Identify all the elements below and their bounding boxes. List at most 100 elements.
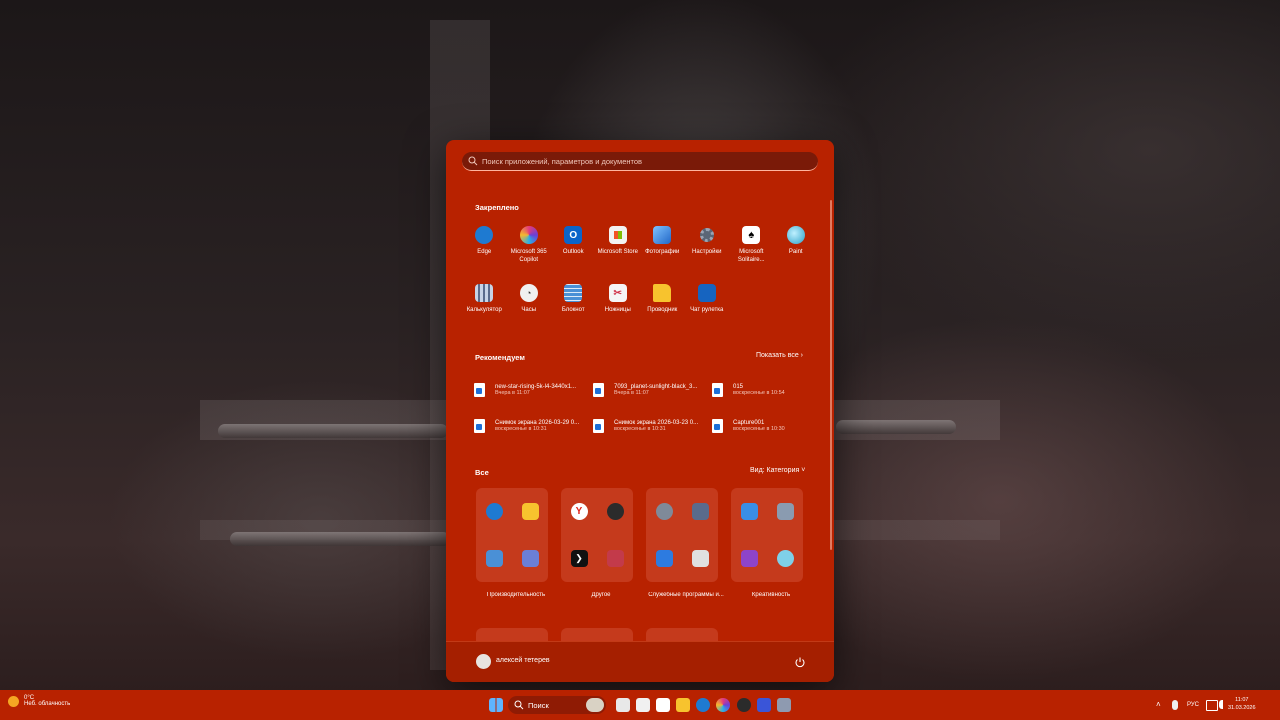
recommended-title: Рекомендуем: [475, 353, 525, 362]
outlook-icon: O: [564, 226, 583, 244]
category-productivity[interactable]: Производительность: [476, 488, 561, 598]
folder-icon[interactable]: [676, 698, 690, 712]
taskbar: 0°C Неб. облачность Поиск ˄ РУС 11:07 31…: [0, 690, 1280, 720]
recommended-item[interactable]: new-star-rising-5k-l4-3440x1... Вчера в 1…: [474, 378, 593, 402]
network-icon[interactable]: [1206, 700, 1218, 711]
clock-icon: ◔: [519, 284, 538, 302]
widgets-icon[interactable]: [636, 698, 650, 712]
photos-icon: [740, 503, 758, 520]
paint-icon: [786, 226, 805, 244]
wallpaper-gun-barrel: [836, 420, 956, 434]
clock-icon: [606, 503, 624, 520]
folder-icon: [521, 503, 539, 520]
recommended-item[interactable]: 7093_planet-sunlight-black_3... Вчера в 1…: [593, 378, 712, 402]
wallpaper-gun-barrel: [218, 424, 448, 438]
start-search-box[interactable]: [462, 152, 818, 171]
image-file-icon: [474, 419, 485, 433]
calculator-icon: [475, 284, 494, 302]
pinned-app-clock[interactable]: ◔ Часы: [507, 284, 552, 330]
snipping-icon: ✂: [608, 284, 627, 302]
pinned-app-outlook[interactable]: O Outlook: [551, 226, 596, 272]
pinned-app-solitaire[interactable]: ♠ Microsoft Solitaire...: [729, 226, 774, 272]
pinned-app-paint[interactable]: Paint: [774, 226, 819, 272]
user-name[interactable]: алексей тетерев: [496, 657, 550, 664]
pinned-app-settings[interactable]: Настройки: [685, 226, 730, 272]
photos-icon: [653, 226, 672, 244]
taskbar-search[interactable]: Поиск: [508, 696, 606, 714]
view-category-button[interactable]: Вид: Категория ˅: [750, 467, 805, 474]
category-folder[interactable]: Y ❯: [561, 488, 633, 582]
taskbar-clock[interactable]: 11:07 31.03.2026: [1228, 696, 1256, 712]
weather-sun-icon: [8, 695, 19, 707]
search-highlight-icon: [586, 698, 604, 712]
pinned-app-chat-roulette[interactable]: Чат рулетка: [685, 284, 730, 330]
category-utilities[interactable]: Служебные программы и...: [646, 488, 731, 598]
category-folder[interactable]: [731, 488, 803, 582]
camera-icon: [776, 503, 794, 520]
start-menu: Закреплено Edge Microsoft 365 Copilot OO…: [446, 140, 834, 682]
category-other[interactable]: Y ❯ Другое: [561, 488, 646, 598]
recommended-item[interactable]: Снимок экрана 2026-03-23 0... воскресенье…: [593, 414, 712, 438]
app-icon[interactable]: [757, 698, 771, 712]
category-folder[interactable]: [646, 488, 718, 582]
terminal-icon: ❯: [570, 550, 588, 567]
app-icon[interactable]: [777, 698, 791, 712]
recommended-item[interactable]: 015 воскресенье в 10:54: [712, 378, 831, 402]
weather-widget[interactable]: 0°C Неб. облачность: [8, 695, 70, 707]
app-icon: [606, 550, 624, 567]
search-icon: [514, 700, 524, 710]
pinned-grid: Edge Microsoft 365 Copilot O Outlook Micr…: [462, 226, 818, 330]
image-file-icon: [712, 419, 723, 433]
avatar[interactable]: [476, 654, 491, 669]
all-apps-title: Все: [475, 468, 489, 477]
pinned-app-calculator[interactable]: Калькулятор: [462, 284, 507, 330]
pinned-app-copilot[interactable]: Microsoft 365 Copilot: [507, 226, 552, 272]
app-icon: [521, 550, 539, 567]
edge-icon: [485, 503, 503, 520]
clock-icon[interactable]: [737, 698, 751, 712]
settings-icon: [655, 503, 673, 520]
notepad-icon: [485, 550, 503, 567]
task-view-icon[interactable]: [616, 698, 630, 712]
recommended-item[interactable]: Снимок экрана 2026-03-29 0... воскресенье…: [474, 414, 593, 438]
pinned-app-edge[interactable]: Edge: [462, 226, 507, 272]
show-all-button[interactable]: Показать все ›: [756, 352, 803, 359]
clipchamp-icon: [740, 550, 758, 567]
pinned-app-notepad[interactable]: Блокнот: [551, 284, 596, 330]
category-grid: Производительность Y ❯ Другое Служебные …: [476, 488, 808, 598]
copilot-icon: [519, 226, 538, 244]
power-button[interactable]: [794, 656, 806, 668]
store-icon[interactable]: [656, 698, 670, 712]
microphone-icon[interactable]: [1172, 700, 1178, 710]
app-icon: [691, 550, 709, 567]
language-indicator[interactable]: РУС: [1187, 702, 1199, 708]
pinned-app-snipping[interactable]: ✂ Ножницы: [596, 284, 641, 330]
windows-start-icon[interactable]: [489, 698, 503, 712]
pinned-app-store[interactable]: Microsoft Store: [596, 226, 641, 272]
pinned-title: Закреплено: [475, 203, 519, 212]
category-folder[interactable]: [476, 488, 548, 582]
power-icon: [795, 657, 805, 668]
scrollbar[interactable]: [830, 200, 832, 550]
folder-icon: [653, 284, 672, 302]
notepad-icon: [564, 284, 583, 302]
search-input[interactable]: [478, 155, 818, 167]
pinned-app-explorer[interactable]: Проводник: [640, 284, 685, 330]
image-file-icon: [712, 383, 723, 397]
paint-icon: [776, 550, 794, 567]
people-icon: [655, 550, 673, 567]
wallpaper-gun-barrel: [230, 532, 450, 546]
chat-roulette-icon: [697, 284, 716, 302]
search-icon: [468, 156, 478, 166]
solitaire-icon: ♠: [742, 226, 761, 244]
edge-icon: [475, 226, 494, 244]
recommended-item[interactable]: Capture001 воскресенье в 10:30: [712, 414, 831, 438]
edge-icon[interactable]: [696, 698, 710, 712]
copilot-icon[interactable]: [716, 698, 730, 712]
category-creativity[interactable]: Креативность: [731, 488, 816, 598]
calculator-icon: [691, 503, 709, 520]
settings-icon: [698, 226, 716, 244]
image-file-icon: [593, 383, 604, 397]
pinned-app-photos[interactable]: Фотографии: [640, 226, 685, 272]
tray-chevron-icon[interactable]: ˄: [1156, 700, 1161, 709]
